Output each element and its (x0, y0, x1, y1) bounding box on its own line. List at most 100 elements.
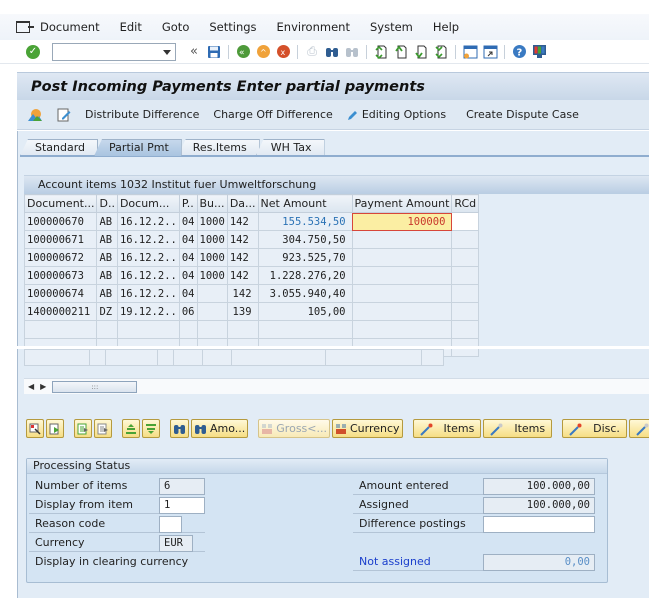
days-cell[interactable]: 142 (226, 266, 259, 285)
net-amount-cell[interactable]: 304.750,50 (257, 230, 353, 249)
table-row[interactable]: 100000672 AB 16.12.2.. 04 1000 142 923.525,70 (23, 248, 480, 267)
save-icon[interactable] (206, 44, 222, 60)
menu-goto[interactable]: Goto (162, 20, 190, 34)
print-icon[interactable]: ⎙ (304, 44, 320, 60)
posting-key-cell[interactable]: 04 (178, 212, 198, 231)
posting-key-cell[interactable]: 04 (178, 284, 198, 303)
document-number-cell[interactable]: 100000670 (23, 212, 98, 231)
table-row[interactable]: 1400000211 DZ 19.12.2.. 06 139 105,00 (23, 302, 480, 321)
editing-options-button[interactable]: Editing Options (347, 108, 446, 121)
scroll-right-icon[interactable]: ▶ (40, 382, 46, 391)
document-number-cell[interactable]: 100000673 (23, 266, 98, 285)
deselect-all-button[interactable] (46, 419, 64, 438)
document-number-cell[interactable]: 100000674 (23, 284, 98, 303)
business-area-cell[interactable] (196, 284, 228, 303)
reason-code-input[interactable] (159, 516, 182, 533)
payment-amount-cell[interactable] (351, 230, 453, 249)
col-header-doc-type[interactable]: D.. (96, 194, 118, 213)
payment-amount-cell[interactable] (351, 284, 453, 303)
previous-page-icon[interactable] (393, 44, 409, 60)
days-cell[interactable]: 139 (226, 302, 259, 321)
first-page-icon[interactable] (373, 44, 389, 60)
days-cell[interactable]: 142 (226, 230, 259, 249)
chevron-down-icon[interactable] (163, 49, 171, 55)
reason-code-cell[interactable] (451, 284, 480, 303)
payment-amount-cell[interactable] (351, 302, 453, 321)
posting-key-cell[interactable]: 06 (178, 302, 198, 321)
activate-items-button[interactable]: Items (412, 419, 482, 438)
table-row[interactable]: 100000674 AB 16.12.2.. 04 142 3.055.940,40 (23, 284, 480, 303)
gross-net-button[interactable]: Gross<... (258, 419, 330, 438)
difference-postings-input[interactable] (483, 516, 595, 533)
col-header-net-amount[interactable]: Net Amount (257, 194, 353, 213)
col-header-posting-key[interactable]: P.. (178, 194, 198, 213)
business-area-cell[interactable] (196, 302, 228, 321)
payment-amount-cell[interactable] (351, 266, 453, 285)
doc-type-cell[interactable]: AB (96, 212, 118, 231)
exit-icon[interactable]: ^ (255, 44, 271, 60)
doc-type-cell[interactable]: AB (96, 248, 118, 267)
doc-date-cell[interactable]: 16.12.2.. (116, 248, 180, 267)
days-cell[interactable]: 142 (226, 248, 259, 267)
reason-code-cell[interactable] (451, 302, 480, 321)
find-button[interactable] (170, 419, 189, 438)
menu-edit[interactable]: Edit (120, 20, 142, 34)
sort-descending-button[interactable] (142, 419, 160, 438)
display-from-item-input[interactable]: 1 (159, 497, 205, 514)
tab-wh-tax[interactable]: WH Tax (255, 139, 325, 156)
collapse-icon[interactable]: « (186, 44, 202, 60)
shortcut-icon[interactable] (482, 44, 498, 60)
col-header-days[interactable]: Da... (226, 194, 259, 213)
doc-type-cell[interactable]: AB (96, 230, 118, 249)
command-field[interactable] (52, 42, 176, 61)
find-next-icon[interactable] (344, 44, 360, 60)
customize-layout-icon[interactable] (531, 44, 547, 60)
doc-date-cell[interactable]: 16.12.2.. (116, 230, 180, 249)
search-amount-button[interactable]: Amo... (191, 419, 249, 438)
menu-environment[interactable]: Environment (277, 20, 350, 34)
net-amount-cell[interactable]: 3.055.940,40 (257, 284, 353, 303)
payment-amount-cell[interactable] (351, 248, 453, 267)
reason-code-cell[interactable] (451, 230, 480, 249)
scroll-left-icon[interactable]: ◀ (28, 382, 34, 391)
net-amount-cell[interactable]: 105,00 (257, 302, 353, 321)
net-amount-cell[interactable]: 923.525,70 (257, 248, 353, 267)
col-header-doc-date[interactable]: Docum... (116, 194, 180, 213)
display-overview-button[interactable] (27, 108, 43, 122)
enter-icon[interactable]: ✓ (26, 44, 40, 59)
doc-date-cell[interactable]: 16.12.2.. (116, 212, 180, 231)
posting-key-cell[interactable]: 04 (178, 248, 198, 267)
cancel-icon[interactable]: x (275, 44, 291, 60)
doc-date-cell[interactable]: 16.12.2.. (116, 284, 180, 303)
back-icon[interactable]: « (235, 44, 251, 60)
create-dispute-case-button[interactable]: Create Dispute Case (466, 108, 579, 121)
doc-type-cell[interactable]: AB (96, 284, 118, 303)
col-header-reason-code[interactable]: RCd (451, 194, 480, 213)
new-session-icon[interactable] (462, 44, 478, 60)
next-page-icon[interactable] (413, 44, 429, 60)
doc-type-cell[interactable]: AB (96, 266, 118, 285)
days-cell[interactable]: 142 (226, 212, 259, 231)
doc-date-cell[interactable]: 19.12.2.. (116, 302, 180, 321)
posting-key-cell[interactable]: 04 (178, 266, 198, 285)
col-header-payment-amount[interactable]: Payment Amount (351, 194, 453, 213)
sort-ascending-button[interactable] (122, 419, 140, 438)
posting-key-cell[interactable]: 04 (178, 230, 198, 249)
deactivate-items-button[interactable]: Items (483, 419, 553, 438)
edit-document-button[interactable] (57, 108, 71, 122)
last-page-icon[interactable] (433, 44, 449, 60)
tab-res-items[interactable]: Res.Items (177, 139, 260, 156)
net-amount-cell[interactable]: 155.534,50 (257, 212, 353, 231)
distribute-difference-button[interactable]: Distribute Difference (85, 108, 199, 121)
horizontal-scrollbar[interactable]: ◀ ▶ ::: (24, 378, 649, 394)
reason-code-cell[interactable] (451, 212, 480, 231)
business-area-cell[interactable]: 1000 (196, 266, 228, 285)
find-icon[interactable] (324, 44, 340, 60)
select-all-button[interactable] (26, 419, 44, 438)
reason-code-cell[interactable] (451, 266, 480, 285)
business-area-cell[interactable]: 1000 (196, 230, 228, 249)
tab-partial-pmt[interactable]: Partial Pmt (94, 139, 182, 156)
menu-settings[interactable]: Settings (209, 20, 256, 34)
help-icon[interactable]: ? (511, 44, 527, 60)
menu-help[interactable]: Help (433, 20, 459, 34)
